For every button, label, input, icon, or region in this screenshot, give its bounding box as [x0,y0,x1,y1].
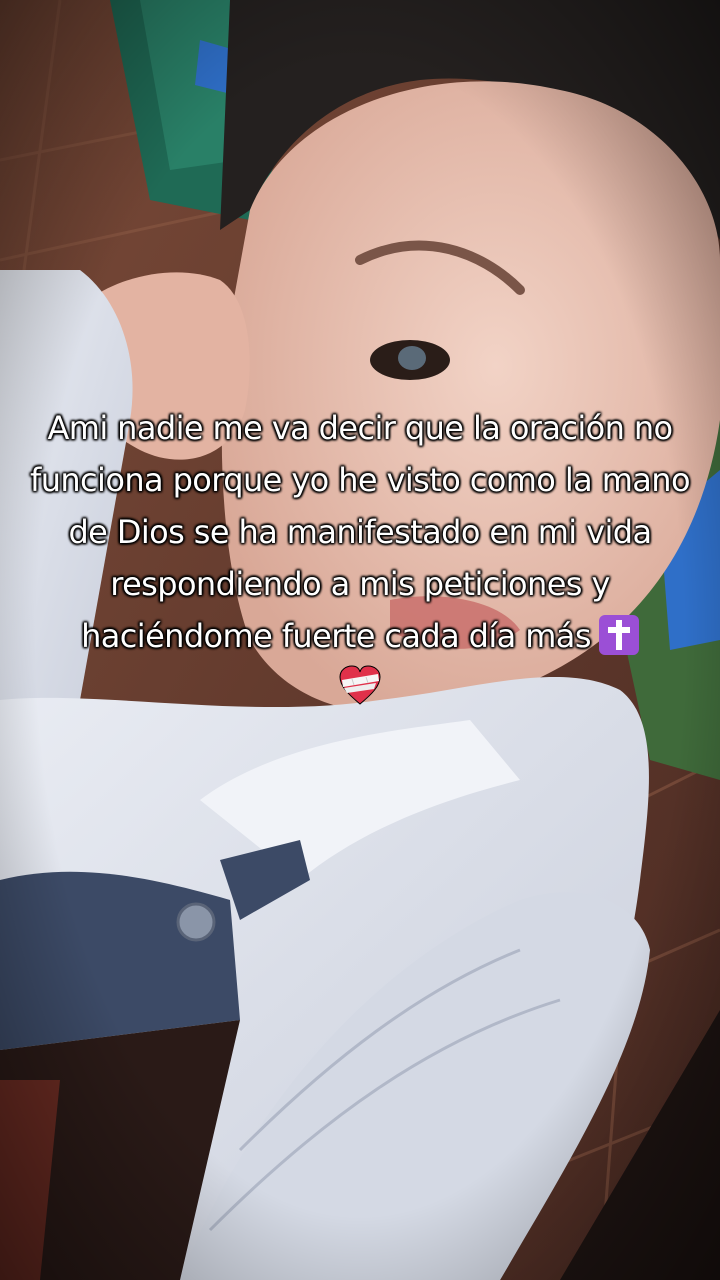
mending-heart-emoji-icon [339,665,381,705]
heart-row [20,664,700,714]
photo-frame: Ami nadie me va decir que la oración no … [0,0,720,1280]
latin-cross-emoji-icon [598,615,639,655]
caption-text: Ami nadie me va decir que la oración no … [30,409,691,655]
caption-text-block: Ami nadie me va decir que la oración no … [20,402,700,714]
